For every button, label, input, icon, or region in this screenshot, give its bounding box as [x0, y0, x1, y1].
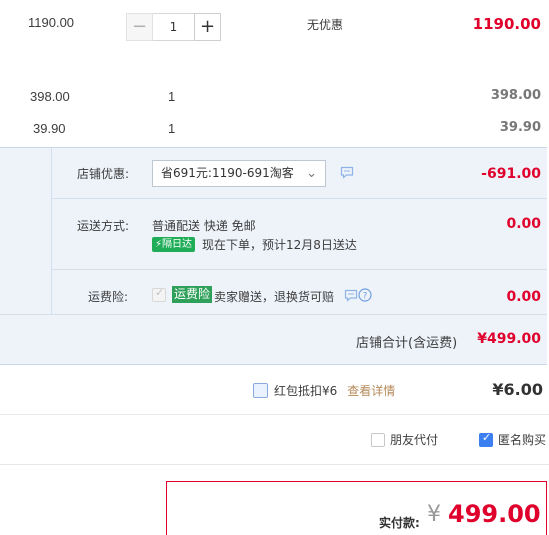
red-packet-amount: ¥6.00	[492, 380, 543, 399]
next-day-delivery: ⚡隔日达 现在下单，预计12月8日送达	[152, 236, 357, 253]
friend-pay-checkbox[interactable]	[371, 432, 385, 447]
anonymous-option[interactable]: ✓ 匿名购买	[479, 431, 546, 448]
shop-promo-label: 店铺优惠:	[77, 167, 130, 181]
anonymous-label: 匿名购买	[498, 433, 547, 447]
shipping-method: 普通配送 快递 免邮	[152, 219, 256, 233]
quantity-input[interactable]: 1	[153, 13, 194, 41]
decrease-quantity-button[interactable]: −	[126, 13, 153, 41]
panel-divider	[51, 198, 547, 199]
insurance-cost: 0.00	[506, 289, 541, 305]
next-day-badge: ⚡隔日达	[152, 237, 196, 252]
svg-text:?: ?	[363, 292, 368, 302]
checkmark-icon: ✓	[155, 286, 165, 299]
item-unit-price: 39.90	[33, 121, 66, 136]
insurance-tag: 运费险	[172, 286, 213, 303]
red-packet-details-link[interactable]: 查看详情	[347, 382, 395, 399]
item-quantity: 1	[168, 89, 176, 104]
message-icon[interactable]	[340, 166, 354, 182]
item-unit-price: 1190.00	[28, 15, 75, 30]
panel-divider	[51, 269, 547, 270]
shipping-eta: 现在下单，预计12月8日送达	[202, 238, 357, 252]
item-subtotal: 398.00	[490, 88, 541, 103]
insurance-checkbox: ✓	[152, 286, 166, 302]
payment-currency: ¥	[427, 502, 441, 527]
help-icon[interactable]: ?	[358, 288, 372, 305]
panel-divider	[51, 148, 52, 314]
item-discount-text: 无优惠	[307, 18, 344, 32]
red-packet-option[interactable]: 红包抵扣¥6 查看详情	[253, 382, 395, 399]
shipping-cost: 0.00	[506, 216, 541, 232]
item-subtotal: 1190.00	[472, 15, 541, 33]
friend-pay-label: 朋友代付	[390, 433, 439, 447]
panel-divider	[0, 314, 547, 315]
shop-promo-select[interactable]: 省691元:1190-691淘客 ⌄	[152, 160, 326, 187]
divider	[0, 464, 549, 465]
red-packet-checkbox[interactable]	[253, 383, 268, 398]
quantity-stepper[interactable]: − 1 +	[126, 13, 221, 41]
increase-quantity-button[interactable]: +	[194, 13, 221, 41]
insurance-desc: 卖家赠送，退换货可赔	[214, 290, 335, 304]
checkmark-icon: ✓	[482, 430, 492, 444]
shipping-label: 运送方式:	[77, 219, 130, 233]
message-icon[interactable]	[344, 289, 358, 305]
shop-promo-amount: -691.00	[481, 166, 541, 182]
lightning-icon: ⚡	[155, 239, 163, 250]
shop-summary-panel: 店铺优惠: 省691元:1190-691淘客 ⌄ -691.00 运送方式: 普…	[0, 147, 547, 365]
payment-label: 实付款:	[379, 516, 420, 530]
shop-total-label: 店铺合计(含运费)	[356, 336, 458, 351]
friend-pay-option[interactable]: 朋友代付	[371, 431, 438, 448]
item-quantity: 1	[168, 121, 176, 136]
insurance-label: 运费险:	[88, 290, 129, 304]
shop-total-value: ¥499.00	[477, 331, 541, 347]
chevron-down-icon: ⌄	[306, 166, 317, 181]
payment-summary-box: 实付款: ¥ 499.00	[166, 481, 547, 535]
item-unit-price: 398.00	[30, 89, 70, 104]
item-subtotal: 39.90	[499, 120, 541, 135]
payment-amount: 499.00	[448, 500, 541, 528]
red-packet-label: 红包抵扣¥6	[274, 384, 338, 398]
anonymous-checkbox[interactable]: ✓	[479, 430, 493, 447]
shop-promo-selected: 省691元:1190-691淘客	[161, 166, 294, 180]
divider	[0, 414, 549, 415]
